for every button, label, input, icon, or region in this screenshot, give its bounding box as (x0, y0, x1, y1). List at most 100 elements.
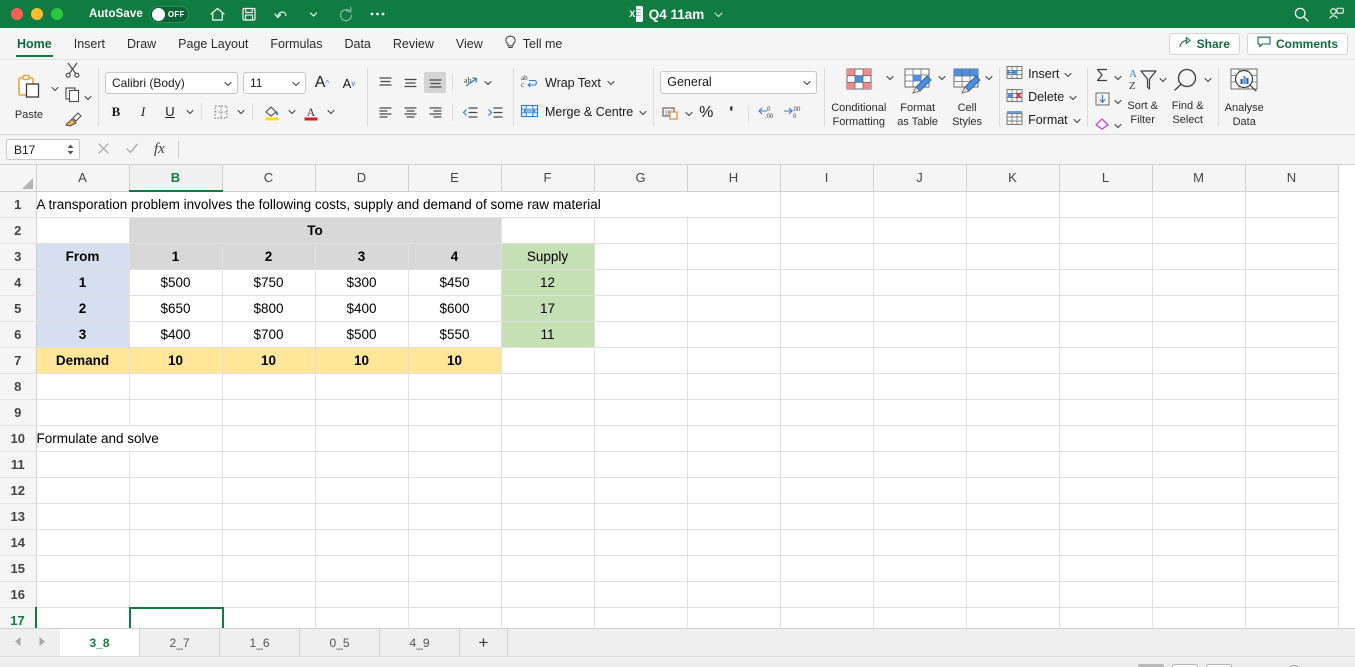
clear-button[interactable] (1094, 116, 1122, 134)
cell-H3[interactable] (687, 243, 781, 270)
cell-M2[interactable] (1152, 217, 1246, 244)
cell-F5[interactable]: 17 (501, 295, 595, 322)
cell-G16[interactable] (594, 581, 688, 608)
cell-F10[interactable] (501, 425, 595, 452)
cell-M9[interactable] (1152, 399, 1246, 426)
cell-F6[interactable]: 11 (501, 321, 595, 348)
cell-N15[interactable] (1245, 555, 1339, 582)
decrease-font-size-icon[interactable]: Av (338, 73, 360, 94)
tab-home[interactable]: Home (6, 28, 63, 60)
cell-D10[interactable] (315, 425, 409, 452)
cell-H13[interactable] (687, 503, 781, 530)
underline-dropdown-icon[interactable] (186, 108, 194, 115)
row-header-9[interactable]: 9 (0, 399, 37, 426)
align-bottom-icon[interactable] (424, 71, 446, 93)
cell-D8[interactable] (315, 373, 409, 400)
minimize-window-button[interactable] (31, 8, 43, 20)
row-header-5[interactable]: 5 (0, 295, 37, 322)
row-header-16[interactable]: 16 (0, 581, 37, 608)
cell-I6[interactable] (780, 321, 874, 348)
cell-M17[interactable] (1152, 607, 1246, 628)
cell-E6[interactable]: $550 (408, 321, 502, 348)
tab-page-layout[interactable]: Page Layout (167, 28, 259, 60)
cell-C4[interactable]: $750 (222, 269, 316, 296)
orientation-icon[interactable]: ab (459, 72, 481, 93)
autosave-toggle[interactable]: OFF (148, 5, 189, 23)
cell-styles-dropdown-icon[interactable] (985, 74, 993, 81)
sheet-tab-3-8[interactable]: 3_8 (60, 629, 140, 656)
cell-N10[interactable] (1245, 425, 1339, 452)
cell-I2[interactable] (780, 217, 874, 244)
cell-B16[interactable] (129, 581, 223, 608)
cell-L10[interactable] (1059, 425, 1153, 452)
cell-M4[interactable] (1152, 269, 1246, 296)
tab-data[interactable]: Data (333, 28, 381, 60)
column-header-N[interactable]: N (1245, 165, 1339, 192)
cell-K14[interactable] (966, 529, 1060, 556)
row-header-12[interactable]: 12 (0, 477, 37, 504)
cell-G7[interactable] (594, 347, 688, 374)
cell-G11[interactable] (594, 451, 688, 478)
cell-A2[interactable] (36, 217, 130, 244)
cell-B15[interactable] (129, 555, 223, 582)
tab-formulas[interactable]: Formulas (259, 28, 333, 60)
cell-B9[interactable] (129, 399, 223, 426)
cell-J13[interactable] (873, 503, 967, 530)
column-header-B[interactable]: B (129, 165, 223, 192)
delete-cells-button[interactable]: Delete (1006, 88, 1080, 106)
cell-D13[interactable] (315, 503, 409, 530)
cell-M13[interactable] (1152, 503, 1246, 530)
cell-M5[interactable] (1152, 295, 1246, 322)
cell-L12[interactable] (1059, 477, 1153, 504)
cell-M10[interactable] (1152, 425, 1246, 452)
cell-F7[interactable] (501, 347, 595, 374)
fill-color-dropdown-icon[interactable] (288, 108, 296, 115)
number-format-select[interactable]: General (660, 70, 818, 94)
cell-K11[interactable] (966, 451, 1060, 478)
column-header-F[interactable]: F (501, 165, 595, 192)
align-middle-icon[interactable] (399, 72, 421, 93)
cell-H6[interactable] (687, 321, 781, 348)
align-left-icon[interactable] (374, 102, 396, 123)
cell-L14[interactable] (1059, 529, 1153, 556)
cell-J1[interactable] (873, 191, 967, 218)
borders-dropdown-icon[interactable] (237, 108, 245, 115)
cell-I13[interactable] (780, 503, 874, 530)
cell-L4[interactable] (1059, 269, 1153, 296)
cell-I17[interactable] (780, 607, 874, 628)
cell-E13[interactable] (408, 503, 502, 530)
cell-H14[interactable] (687, 529, 781, 556)
sheet-tab-1-6[interactable]: 1_6 (220, 629, 300, 656)
cut-icon[interactable] (64, 61, 81, 83)
align-top-icon[interactable] (374, 72, 396, 93)
cell-D9[interactable] (315, 399, 409, 426)
row-header-11[interactable]: 11 (0, 451, 37, 478)
cell-B3[interactable]: 1 (129, 243, 223, 270)
cell-H7[interactable] (687, 347, 781, 374)
cell-I11[interactable] (780, 451, 874, 478)
cell-F15[interactable] (501, 555, 595, 582)
row-header-17[interactable]: 17 (0, 607, 37, 628)
cell-C10[interactable] (222, 425, 316, 452)
cell-B17[interactable] (129, 607, 223, 628)
cell-K16[interactable] (966, 581, 1060, 608)
cell-I1[interactable] (780, 191, 874, 218)
cell-L6[interactable] (1059, 321, 1153, 348)
cell-F13[interactable] (501, 503, 595, 530)
cell-B12[interactable] (129, 477, 223, 504)
column-header-A[interactable]: A (36, 165, 130, 192)
cell-J14[interactable] (873, 529, 967, 556)
cell-E16[interactable] (408, 581, 502, 608)
column-header-I[interactable]: I (780, 165, 874, 192)
undo-icon[interactable] (273, 6, 290, 23)
row-header-14[interactable]: 14 (0, 529, 37, 556)
cell-D4[interactable]: $300 (315, 269, 409, 296)
cell-E4[interactable]: $450 (408, 269, 502, 296)
cell-G10[interactable] (594, 425, 688, 452)
cell-A3[interactable]: From (36, 243, 130, 270)
column-header-K[interactable]: K (966, 165, 1060, 192)
cell-H8[interactable] (687, 373, 781, 400)
cell-N14[interactable] (1245, 529, 1339, 556)
name-box-spinner-icon[interactable] (66, 143, 75, 156)
bold-button[interactable]: B (105, 101, 127, 122)
